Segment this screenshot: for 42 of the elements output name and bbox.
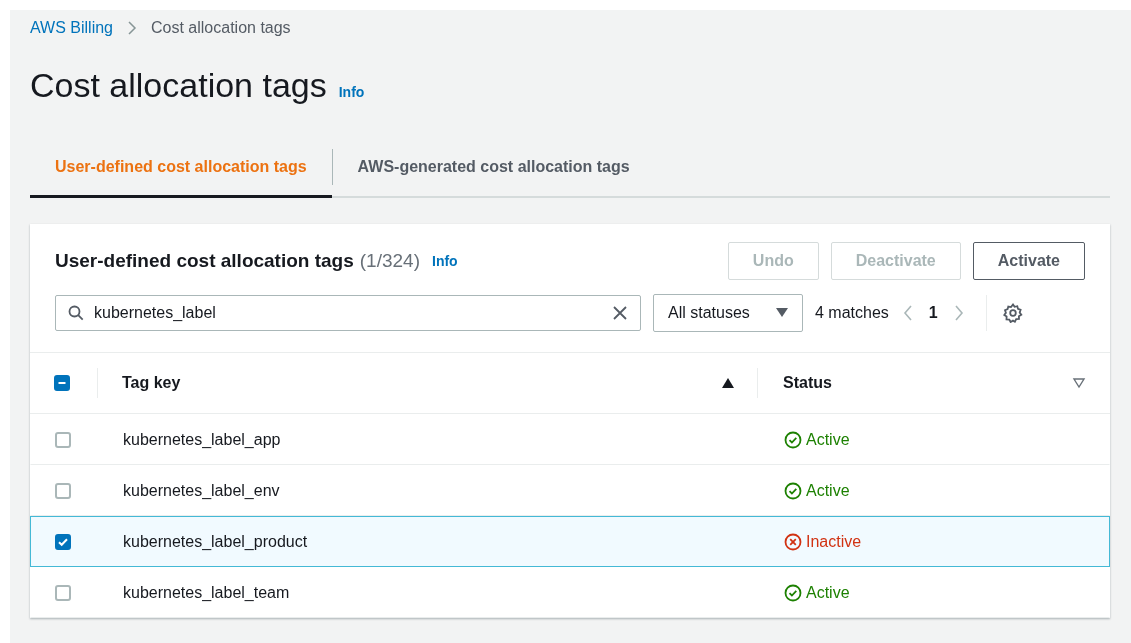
page-title: Cost allocation tags (30, 66, 327, 105)
chevron-right-icon (127, 20, 137, 36)
checkbox[interactable] (55, 584, 71, 601)
check-circle-icon (784, 430, 802, 449)
page-number[interactable]: 1 (928, 304, 938, 322)
status-label: Active (806, 430, 850, 449)
breadcrumb-link[interactable]: AWS Billing (30, 19, 113, 37)
error-circle-icon (784, 532, 802, 551)
check-circle-icon (784, 583, 802, 602)
panel-heading: User-defined cost allocation tags (55, 250, 354, 272)
search-field[interactable]: kubernetes_label (55, 295, 641, 331)
table-row[interactable]: kubernetes_label_team Active (30, 567, 1110, 618)
tag-key-cell: kubernetes_label_env (123, 481, 280, 500)
table-row[interactable]: kubernetes_label_app Active (30, 414, 1110, 465)
table-row[interactable]: kubernetes_label_product Inactive (30, 516, 1110, 567)
action-button[interactable]: Activate (972, 242, 1085, 280)
breadcrumb-current: Cost allocation tags (151, 19, 291, 37)
tag-key-cell: kubernetes_label_product (123, 532, 308, 551)
status-dropdown[interactable]: All statuses (653, 294, 803, 332)
match-count: 4 matches (815, 304, 889, 322)
column-header[interactable]: Status (783, 374, 832, 392)
info-link[interactable]: Info (432, 253, 458, 269)
status-label: Active (806, 583, 850, 602)
status-label: Active (806, 481, 850, 500)
settings-icon[interactable] (1002, 303, 1023, 323)
status-label: Inactive (806, 532, 862, 551)
checkbox[interactable] (55, 533, 71, 550)
caret-down-icon (776, 308, 788, 318)
sort-ascending-icon[interactable] (721, 377, 735, 389)
close-icon[interactable] (612, 305, 628, 321)
search-icon (68, 305, 84, 321)
sort-icon[interactable] (1072, 377, 1086, 389)
check-circle-icon (784, 481, 802, 500)
selection-count: (1/324) (359, 250, 420, 272)
checkbox[interactable] (55, 431, 71, 448)
tab[interactable]: AWS-generated cost allocation tags (332, 144, 655, 198)
tag-key-cell: kubernetes_label_team (123, 583, 290, 602)
column-header[interactable]: Tag key (122, 374, 181, 392)
checkbox[interactable] (55, 482, 71, 499)
tag-key-cell: kubernetes_label_app (123, 430, 281, 449)
select-all-checkbox[interactable] (54, 375, 70, 391)
info-link[interactable]: Info (338, 84, 365, 100)
